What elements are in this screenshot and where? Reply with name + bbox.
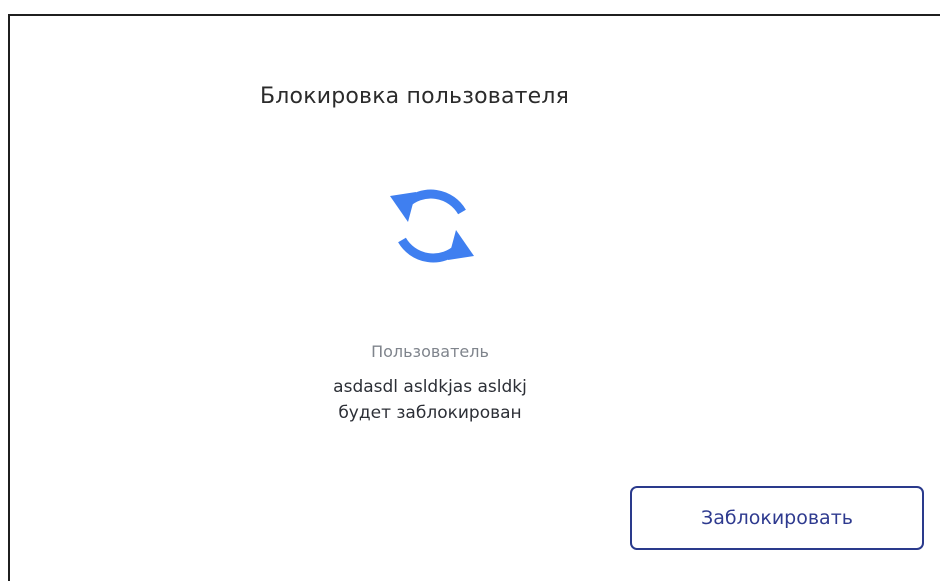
dialog-title: Блокировка пользователя (260, 84, 570, 109)
user-caption: Пользователь (371, 342, 489, 361)
block-status-text: будет заблокирован (338, 403, 522, 423)
user-name: asdasdl asldkjas asldkj (333, 377, 527, 397)
block-user-button[interactable]: Заблокировать (630, 486, 924, 550)
block-user-dialog: Блокировка пользователя Пользователь asd… (8, 14, 940, 581)
refresh-icon (390, 189, 474, 263)
